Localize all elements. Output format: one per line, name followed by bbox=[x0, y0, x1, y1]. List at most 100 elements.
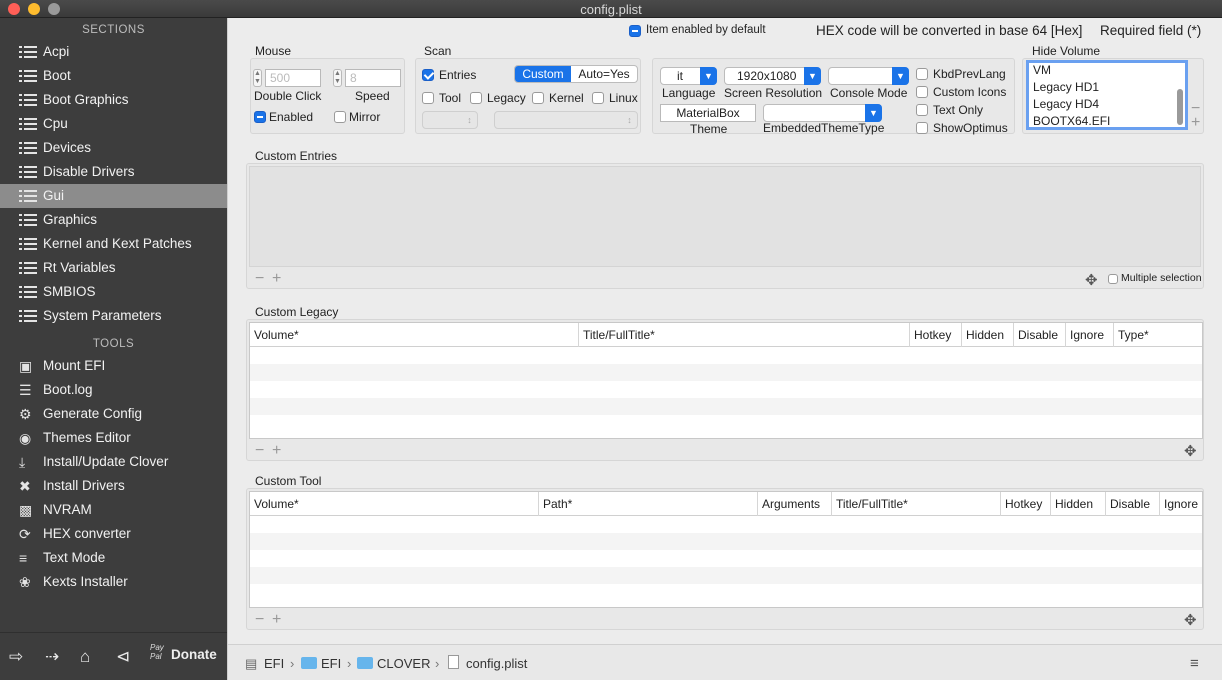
seg-auto-yes[interactable]: Auto=Yes bbox=[571, 66, 637, 82]
double-click-stepper[interactable]: ▲ ▼ bbox=[253, 69, 262, 87]
column-header[interactable]: Ignore bbox=[1065, 323, 1113, 347]
remove-legacy-button[interactable]: − bbox=[255, 443, 264, 459]
sidebar-item-kernel-kext-patches[interactable]: Kernel and Kext Patches bbox=[0, 232, 227, 256]
speed-stepper[interactable]: ▲ ▼ bbox=[333, 69, 342, 87]
custom-tool-table[interactable]: Volume* Path* Arguments Title/FullTitle*… bbox=[249, 491, 1203, 608]
tool-hex-converter[interactable]: ⟳ HEX converter bbox=[0, 522, 227, 546]
console-mode-popup[interactable]: ▼ bbox=[828, 67, 909, 85]
kbd-prev-lang-checkbox[interactable] bbox=[916, 68, 928, 80]
login-icon[interactable]: ⇨ bbox=[9, 648, 23, 666]
table-row[interactable] bbox=[250, 516, 1202, 533]
sidebar-item-system-parameters[interactable]: System Parameters bbox=[0, 304, 227, 328]
text-only-checkbox[interactable] bbox=[916, 104, 928, 116]
table-row[interactable] bbox=[250, 398, 1202, 415]
table-row[interactable] bbox=[250, 584, 1202, 601]
list-scrollbar[interactable] bbox=[1177, 89, 1183, 125]
table-row[interactable] bbox=[250, 567, 1202, 584]
mouse-enabled-checkbox[interactable] bbox=[254, 111, 266, 123]
sidebar-item-smbios[interactable]: SMBIOS bbox=[0, 280, 227, 304]
sidebar-item-acpi[interactable]: Acpi bbox=[0, 40, 227, 64]
sidebar-item-devices[interactable]: Devices bbox=[0, 136, 227, 160]
sidebar-item-disable-drivers[interactable]: Disable Drivers bbox=[0, 160, 227, 184]
column-header[interactable]: Path* bbox=[538, 492, 757, 516]
home-icon[interactable]: ⌂ bbox=[80, 648, 90, 666]
column-header[interactable]: Disable bbox=[1105, 492, 1159, 516]
tool-boot-log[interactable]: ☰ Boot.log bbox=[0, 378, 227, 402]
list-item[interactable]: Legacy HD4 bbox=[1033, 97, 1099, 111]
column-header[interactable]: Title/FullTitle* bbox=[831, 492, 1000, 516]
remove-entry-button[interactable]: − bbox=[255, 271, 264, 287]
column-header[interactable]: Type* bbox=[1113, 323, 1202, 347]
column-header[interactable]: Hotkey bbox=[1000, 492, 1050, 516]
scan-kernel-popup[interactable]: ↕ bbox=[494, 111, 638, 129]
scan-legacy-checkbox[interactable] bbox=[470, 92, 482, 104]
share-icon[interactable]: ⊲ bbox=[116, 648, 130, 666]
tool-install-drivers[interactable]: ✖ Install Drivers bbox=[0, 474, 227, 498]
tool-kexts-installer[interactable]: ❀ Kexts Installer bbox=[0, 570, 227, 594]
tool-text-mode[interactable]: ≡ Text Mode bbox=[0, 546, 227, 570]
menu-icon[interactable]: ≡ bbox=[1190, 655, 1199, 672]
path-item[interactable]: config.plist bbox=[466, 656, 527, 671]
path-item[interactable]: EFI bbox=[321, 656, 341, 671]
column-header[interactable]: Hotkey bbox=[909, 323, 961, 347]
table-row[interactable] bbox=[250, 347, 1202, 364]
table-row[interactable] bbox=[250, 550, 1202, 567]
table-row[interactable] bbox=[250, 533, 1202, 550]
scan-linux-checkbox[interactable] bbox=[592, 92, 604, 104]
add-volume-button[interactable]: + bbox=[1191, 115, 1200, 131]
resize-handle-icon[interactable]: ✥ bbox=[1184, 611, 1197, 629]
multiple-selection-checkbox[interactable] bbox=[1108, 274, 1118, 284]
show-optimus-checkbox[interactable] bbox=[916, 122, 928, 134]
speed-field[interactable]: 8 bbox=[345, 69, 401, 87]
export-icon[interactable]: ⇢ bbox=[45, 648, 59, 666]
scan-entries-segmented[interactable]: Custom Auto=Yes bbox=[514, 65, 638, 83]
column-header[interactable]: Arguments bbox=[757, 492, 831, 516]
column-header[interactable]: Hidden bbox=[1050, 492, 1105, 516]
hide-volume-list[interactable]: VM Legacy HD1 Legacy HD4 BOOTX64.EFI bbox=[1026, 60, 1188, 130]
scan-tool-checkbox[interactable] bbox=[422, 92, 434, 104]
tool-themes-editor[interactable]: ◉ Themes Editor bbox=[0, 426, 227, 450]
list-item[interactable]: Legacy HD1 bbox=[1033, 80, 1099, 94]
sidebar-item-cpu[interactable]: Cpu bbox=[0, 112, 227, 136]
table-row[interactable] bbox=[250, 415, 1202, 432]
mouse-mirror-checkbox[interactable] bbox=[334, 111, 346, 123]
list-item[interactable]: VM bbox=[1033, 63, 1051, 77]
tool-nvram[interactable]: ▩ NVRAM bbox=[0, 498, 227, 522]
add-tool-button[interactable]: + bbox=[272, 612, 281, 628]
table-row[interactable] bbox=[250, 381, 1202, 398]
custom-legacy-table[interactable]: Volume* Title/FullTitle* Hotkey Hidden D… bbox=[249, 322, 1203, 439]
screen-resolution-popup[interactable]: 1920x1080 ▼ bbox=[724, 67, 821, 85]
column-header[interactable]: Volume* bbox=[250, 492, 538, 516]
list-item[interactable]: BOOTX64.EFI bbox=[1033, 114, 1110, 128]
seg-custom[interactable]: Custom bbox=[515, 66, 571, 82]
double-click-field[interactable]: 500 bbox=[265, 69, 321, 87]
custom-icons-checkbox[interactable] bbox=[916, 86, 928, 98]
tool-mount-efi[interactable]: ▣ Mount EFI bbox=[0, 354, 227, 378]
sidebar-item-boot-graphics[interactable]: Boot Graphics bbox=[0, 88, 227, 112]
add-entry-button[interactable]: + bbox=[272, 271, 281, 287]
add-legacy-button[interactable]: + bbox=[272, 443, 281, 459]
table-row[interactable] bbox=[250, 364, 1202, 381]
scan-legacy-popup[interactable]: ↕ bbox=[422, 111, 478, 129]
tool-install-update-clover[interactable]: ⤓ Install/Update Clover bbox=[0, 450, 227, 474]
sidebar-item-boot[interactable]: Boot bbox=[0, 64, 227, 88]
remove-tool-button[interactable]: − bbox=[255, 612, 264, 628]
column-header[interactable]: Ignore bbox=[1159, 492, 1202, 516]
column-header[interactable]: Disable bbox=[1013, 323, 1065, 347]
scan-entries-checkbox[interactable] bbox=[422, 69, 434, 81]
column-header[interactable]: Title/FullTitle* bbox=[578, 323, 909, 347]
theme-field[interactable]: MaterialBox bbox=[660, 104, 756, 122]
path-item[interactable]: CLOVER bbox=[377, 656, 430, 671]
embedded-theme-popup[interactable]: ▼ bbox=[763, 104, 882, 122]
path-item[interactable]: EFI bbox=[264, 656, 284, 671]
custom-entries-outline[interactable] bbox=[249, 166, 1201, 267]
sidebar-item-graphics[interactable]: Graphics bbox=[0, 208, 227, 232]
column-header[interactable]: Volume* bbox=[250, 323, 578, 347]
language-popup[interactable]: it ▼ bbox=[660, 67, 717, 85]
move-arrows-icon[interactable]: ✥ bbox=[1085, 271, 1098, 289]
sidebar-item-gui[interactable]: Gui bbox=[0, 184, 227, 208]
tool-generate-config[interactable]: ⚙ Generate Config bbox=[0, 402, 227, 426]
resize-handle-icon[interactable]: ✥ bbox=[1184, 442, 1197, 460]
sidebar-item-rt-variables[interactable]: Rt Variables bbox=[0, 256, 227, 280]
scan-kernel-checkbox[interactable] bbox=[532, 92, 544, 104]
